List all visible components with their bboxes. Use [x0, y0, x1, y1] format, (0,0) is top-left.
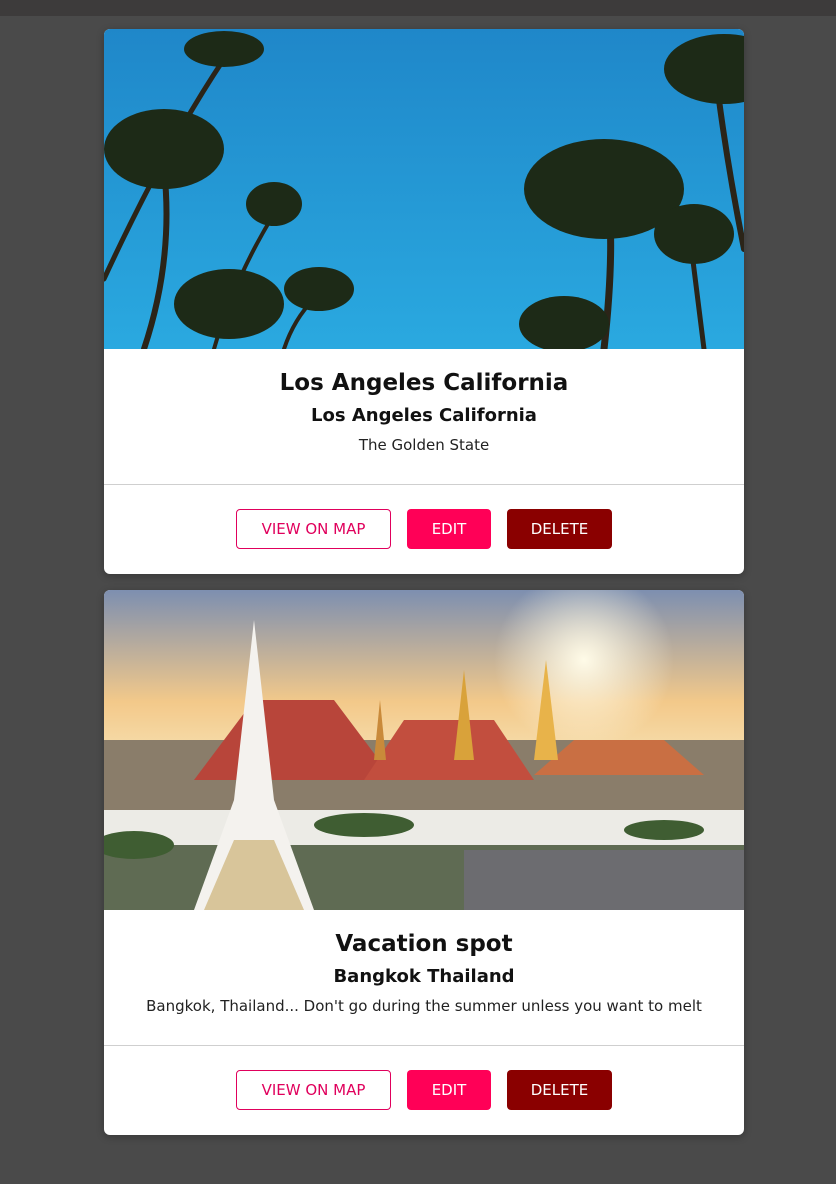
- place-card: Vacation spot Bangkok Thailand Bangkok, …: [104, 590, 744, 1135]
- card-content: Vacation spot Bangkok Thailand Bangkok, …: [104, 910, 744, 1046]
- delete-button[interactable]: DELETE: [507, 509, 612, 549]
- place-image: [104, 590, 744, 910]
- top-bar: [0, 0, 836, 16]
- view-on-map-button[interactable]: VIEW ON MAP: [236, 1070, 391, 1110]
- place-image: [104, 29, 744, 349]
- delete-button[interactable]: DELETE: [507, 1070, 612, 1110]
- card-title: Vacation spot: [335, 931, 513, 957]
- card-subtitle: Bangkok Thailand: [333, 966, 515, 987]
- view-on-map-button[interactable]: VIEW ON MAP: [236, 509, 391, 549]
- card-actions: VIEW ON MAP EDIT DELETE: [104, 485, 744, 573]
- card-description: Bangkok, Thailand... Don't go during the…: [146, 997, 702, 1015]
- card-actions: VIEW ON MAP EDIT DELETE: [104, 1046, 744, 1134]
- place-card: Los Angeles California Los Angeles Calif…: [104, 29, 744, 574]
- card-subtitle: Los Angeles California: [311, 405, 537, 426]
- card-title: Los Angeles California: [279, 370, 569, 396]
- card-description: The Golden State: [358, 436, 490, 454]
- edit-button[interactable]: EDIT: [407, 509, 491, 549]
- edit-button[interactable]: EDIT: [407, 1070, 491, 1110]
- card-content: Los Angeles California Los Angeles Calif…: [104, 349, 744, 485]
